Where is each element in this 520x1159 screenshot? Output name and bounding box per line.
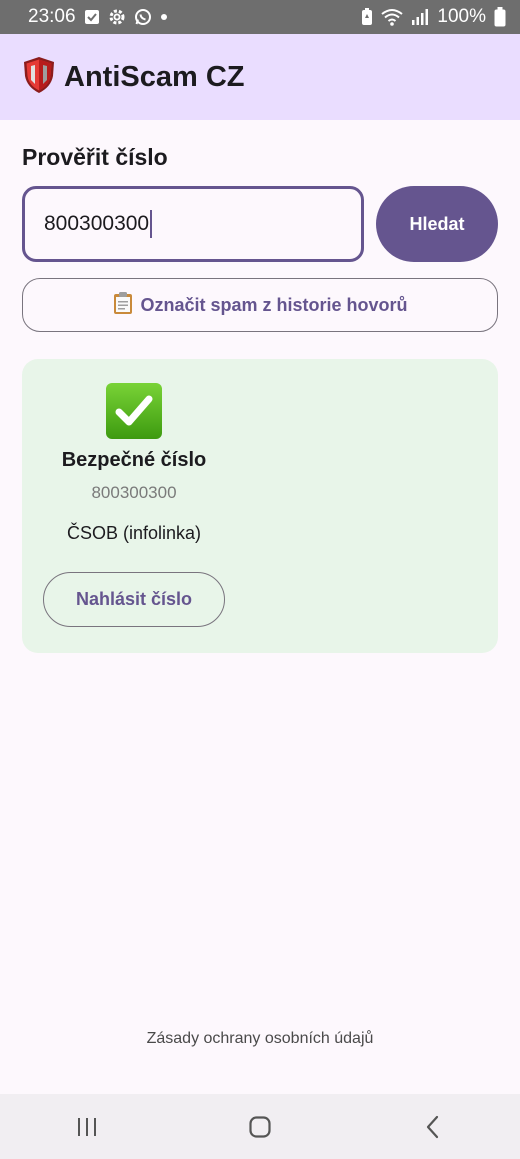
whatsapp-icon — [134, 8, 152, 26]
report-number-button[interactable]: Nahlásit číslo — [43, 572, 225, 627]
shield-icon — [22, 56, 56, 99]
check-box-icon — [84, 9, 100, 25]
gear-icon — [108, 8, 126, 26]
result-caller-name: ČSOB (infolinka) — [66, 523, 202, 543]
text-caret — [150, 210, 153, 238]
clipboard-icon — [112, 291, 134, 320]
app-title: AntiScam CZ — [64, 60, 245, 93]
mark-spam-from-history-button[interactable]: Označit spam z historie hovorů — [22, 278, 498, 332]
recent-apps-icon[interactable] — [47, 1102, 127, 1152]
status-time: 23:06 — [28, 6, 76, 27]
history-button-label: Označit spam z historie hovorů — [140, 294, 408, 315]
battery-saver-icon — [361, 8, 373, 26]
status-left: 23:06 — [28, 6, 168, 28]
home-icon[interactable] — [220, 1102, 300, 1152]
signal-icon — [411, 9, 429, 25]
search-button[interactable]: Hledat — [376, 186, 498, 262]
battery-percentage: 100% — [437, 6, 486, 27]
privacy-policy-link[interactable]: Zásady ochrany osobních údajů — [0, 1030, 520, 1048]
result-title: Bezpečné číslo — [61, 449, 207, 471]
phone-number-value: 800300300 — [44, 212, 150, 235]
wifi-icon — [381, 8, 404, 26]
status-right: 100% — [361, 6, 506, 28]
app-bar: AntiScam CZ — [0, 34, 520, 120]
result-number: 800300300 — [91, 483, 177, 502]
dot-icon — [160, 13, 168, 21]
phone-number-input[interactable]: 800300300 — [22, 186, 364, 262]
back-icon[interactable] — [393, 1102, 473, 1152]
result-card: Bezpečné číslo 800300300 ČSOB (infolinka… — [22, 359, 498, 653]
navigation-bar — [0, 1094, 520, 1159]
check-mark-icon — [106, 383, 162, 439]
section-title: Prověřit číslo — [22, 144, 168, 170]
battery-icon — [494, 7, 506, 27]
status-bar: 23:06 100% — [0, 0, 520, 34]
